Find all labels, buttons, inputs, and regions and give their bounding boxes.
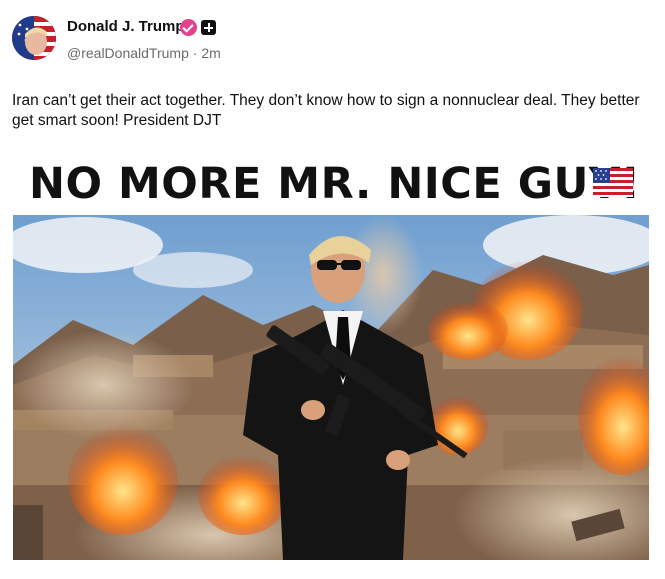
separator-dot: · — [192, 45, 198, 61]
handle-row: @realDonaldTrump · 2m — [67, 45, 221, 61]
plus-icon[interactable] — [201, 20, 216, 35]
media-photo — [13, 215, 649, 560]
media-headline-bar: NO MORE MR. NICE GUY! — [13, 147, 649, 215]
post-card: Donald J. Trump @realDonaldTrump · 2m Ir… — [0, 0, 665, 579]
avatar-image — [12, 16, 56, 60]
media-headline: NO MORE MR. NICE GUY! — [29, 159, 641, 209]
post-text: Iran can’t get their act together. They … — [12, 92, 640, 129]
avatar[interactable] — [12, 16, 56, 60]
author-name[interactable]: Donald J. Trump — [67, 18, 185, 35]
post-time[interactable]: 2m — [201, 45, 220, 61]
author-handle[interactable]: @realDonaldTrump — [67, 45, 189, 61]
us-flag-icon — [593, 168, 633, 197]
post-media[interactable]: NO MORE MR. NICE GUY! — [13, 147, 649, 560]
verified-badge-icon — [180, 19, 197, 36]
